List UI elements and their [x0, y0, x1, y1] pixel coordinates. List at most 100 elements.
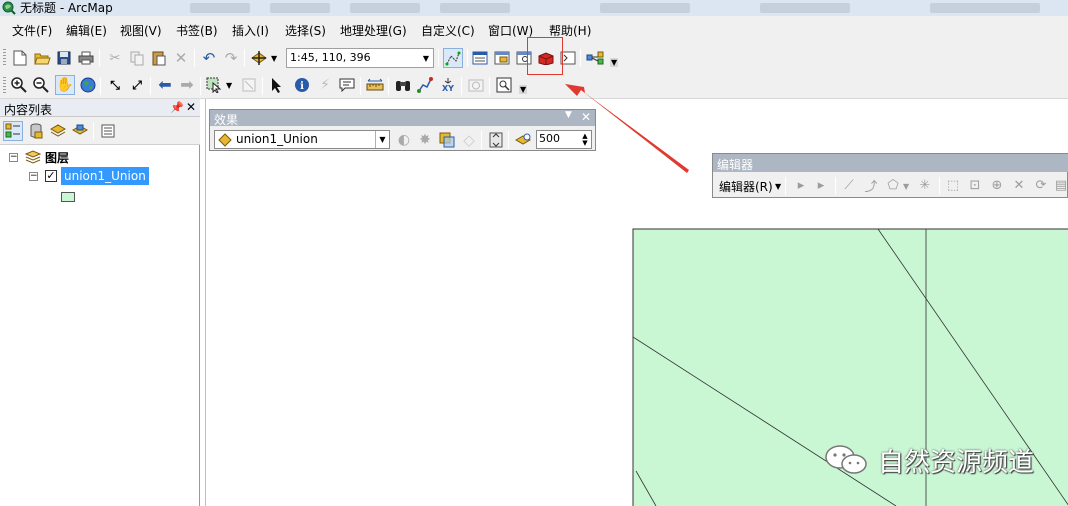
straight-segment-icon[interactable]: ⟋ — [841, 177, 857, 193]
redo-icon[interactable]: ↷ — [222, 49, 240, 67]
select-features-icon[interactable] — [205, 76, 223, 94]
menu-customize[interactable]: 自定义(C) — [421, 22, 475, 39]
list-by-visibility-icon[interactable] — [49, 122, 67, 140]
fixed-zoom-out-icon[interactable]: ⤢ — [128, 76, 146, 94]
save-icon[interactable] — [55, 49, 73, 67]
find-route-icon[interactable] — [416, 76, 434, 94]
list-by-drawing-order-icon[interactable] — [3, 121, 23, 141]
toolbar-separator — [194, 49, 195, 67]
create-viewer-window-icon[interactable] — [495, 76, 513, 94]
paste-icon[interactable] — [150, 49, 168, 67]
open-folder-icon[interactable] — [33, 49, 51, 67]
options-icon[interactable] — [99, 122, 117, 140]
layer-diamond-icon — [216, 131, 234, 148]
adjust-transparency-icon[interactable] — [487, 131, 505, 149]
time-slider-icon[interactable] — [467, 76, 485, 94]
transparency-icon[interactable] — [438, 131, 456, 149]
close-icon[interactable]: ✕ — [581, 110, 591, 124]
flicker-rate-input[interactable]: 500 ▲ ▼ — [536, 130, 592, 149]
zoom-in-icon[interactable] — [10, 76, 28, 94]
clear-selection-icon[interactable] — [240, 76, 258, 94]
layer-visibility-checkbox[interactable]: ✓ — [45, 170, 57, 182]
table-of-contents-icon[interactable] — [471, 49, 489, 67]
html-popup-icon[interactable] — [338, 76, 356, 94]
reshape-feature-icon[interactable]: ⊡ — [967, 177, 983, 193]
close-icon[interactable]: ✕ — [186, 100, 196, 114]
collapse-toggle-icon[interactable]: − — [29, 172, 38, 181]
chevron-down-icon[interactable]: ▼ — [375, 131, 389, 148]
swipe-layer-icon[interactable]: ◇ — [460, 131, 478, 149]
toolbar-separator — [785, 177, 786, 195]
new-document-icon[interactable] — [11, 49, 29, 67]
end-point-arc-icon[interactable]: ⤴ — [863, 177, 879, 195]
catalog-window-icon[interactable] — [493, 49, 511, 67]
pin-icon[interactable]: 📌 — [170, 101, 184, 114]
menu-view[interactable]: 视图(V) — [120, 22, 162, 39]
list-by-source-icon[interactable] — [27, 122, 45, 140]
measure-icon[interactable] — [366, 76, 384, 94]
print-icon[interactable] — [77, 49, 95, 67]
editor-toolbar-icon[interactable] — [443, 48, 463, 68]
contrast-icon[interactable]: ◐ — [395, 131, 413, 149]
model-builder-icon[interactable] — [586, 49, 604, 67]
pan-hand-icon[interactable]: ✋ — [55, 75, 75, 95]
chevron-down-icon[interactable]: ▼ — [565, 110, 572, 120]
effects-layer-combobox[interactable]: union1_Union ▼ — [214, 130, 390, 149]
forward-extent-icon[interactable]: ➡ — [178, 76, 196, 94]
back-extent-icon[interactable]: ⬅ — [156, 76, 174, 94]
effects-toolbar-header[interactable]: 效果 ▼ ✕ — [210, 110, 595, 127]
spinner-icon[interactable]: ▲ ▼ — [579, 131, 591, 148]
menu-selection[interactable]: 选择(S) — [285, 22, 326, 39]
menu-file[interactable]: 文件(F) — [12, 22, 52, 39]
toolbar-options-icon[interactable]: ▼ — [519, 85, 528, 94]
attributes-icon[interactable]: ▤ — [1053, 177, 1068, 193]
brightness-icon[interactable]: ✸ — [416, 131, 434, 149]
fixed-zoom-in-icon[interactable]: ⤡ — [106, 76, 124, 94]
hyperlink-icon[interactable]: ⚡ — [316, 76, 334, 94]
find-binoculars-icon[interactable] — [394, 76, 412, 94]
map-scale-combobox[interactable]: 1:45, 110, 396 ▼ — [286, 48, 434, 68]
select-features-dropdown-icon[interactable]: ▼ — [226, 81, 232, 90]
layer-item-label[interactable]: union1_Union — [61, 167, 149, 185]
flicker-layer-icon[interactable] — [514, 131, 532, 149]
map-scale-value: 1:45, 110, 396 — [290, 51, 371, 64]
add-data-icon[interactable] — [250, 49, 268, 67]
chevron-down-icon[interactable]: ▼ — [419, 49, 433, 67]
edit-tool-icon[interactable]: ▸ — [793, 177, 809, 193]
identify-icon[interactable]: i — [293, 76, 311, 94]
zoom-out-icon[interactable] — [32, 76, 50, 94]
list-by-selection-icon[interactable] — [71, 122, 89, 140]
split-tool-icon[interactable]: ✕ — [1011, 177, 1027, 193]
go-to-xy-icon[interactable]: XY — [439, 76, 457, 94]
midpoint-icon[interactable]: ✳ — [917, 177, 933, 193]
cut-polygons-icon[interactable]: ⊕ — [989, 177, 1005, 193]
toolbar-options-icon[interactable]: ▼ — [610, 58, 619, 67]
toolbar-grip[interactable] — [3, 77, 6, 95]
undo-icon[interactable]: ↶ — [200, 49, 218, 67]
select-elements-arrow-icon[interactable] — [268, 76, 286, 94]
delete-icon[interactable]: ✕ — [172, 49, 190, 67]
chevron-down-icon[interactable]: ▼ — [903, 182, 909, 191]
editor-menu-button[interactable]: 编辑器(R) — [719, 178, 773, 195]
toolbar-separator — [580, 49, 581, 67]
svg-text:XY: XY — [442, 84, 454, 93]
menu-bookmarks[interactable]: 书签(B) — [176, 22, 218, 39]
full-extent-globe-icon[interactable] — [79, 76, 97, 94]
cut-icon[interactable]: ✂ — [106, 49, 124, 67]
collapse-toggle-icon[interactable]: − — [9, 153, 18, 162]
editor-toolbar-header[interactable]: 编辑器 — [713, 154, 1068, 172]
construction-tools-icon[interactable]: ⬠ — [885, 177, 901, 193]
edit-annotation-icon[interactable]: ▸ — [813, 177, 829, 193]
edit-vertices-icon[interactable]: ⬚ — [945, 177, 961, 193]
menu-edit[interactable]: 编辑(E) — [66, 22, 107, 39]
copy-icon[interactable] — [128, 49, 146, 67]
menu-insert[interactable]: 插入(I) — [232, 22, 269, 39]
title-bar: 无标题 - ArcMap — [0, 0, 1068, 16]
menu-geoprocessing[interactable]: 地理处理(G) — [340, 22, 407, 39]
chevron-down-icon[interactable]: ▼ — [775, 182, 781, 191]
add-data-dropdown-icon[interactable]: ▼ — [271, 54, 277, 63]
legend-swatch[interactable] — [61, 192, 75, 202]
toolbar-grip[interactable] — [3, 49, 6, 67]
background-tab-blur — [600, 3, 690, 13]
rotate-tool-icon[interactable]: ⟳ — [1033, 177, 1049, 193]
